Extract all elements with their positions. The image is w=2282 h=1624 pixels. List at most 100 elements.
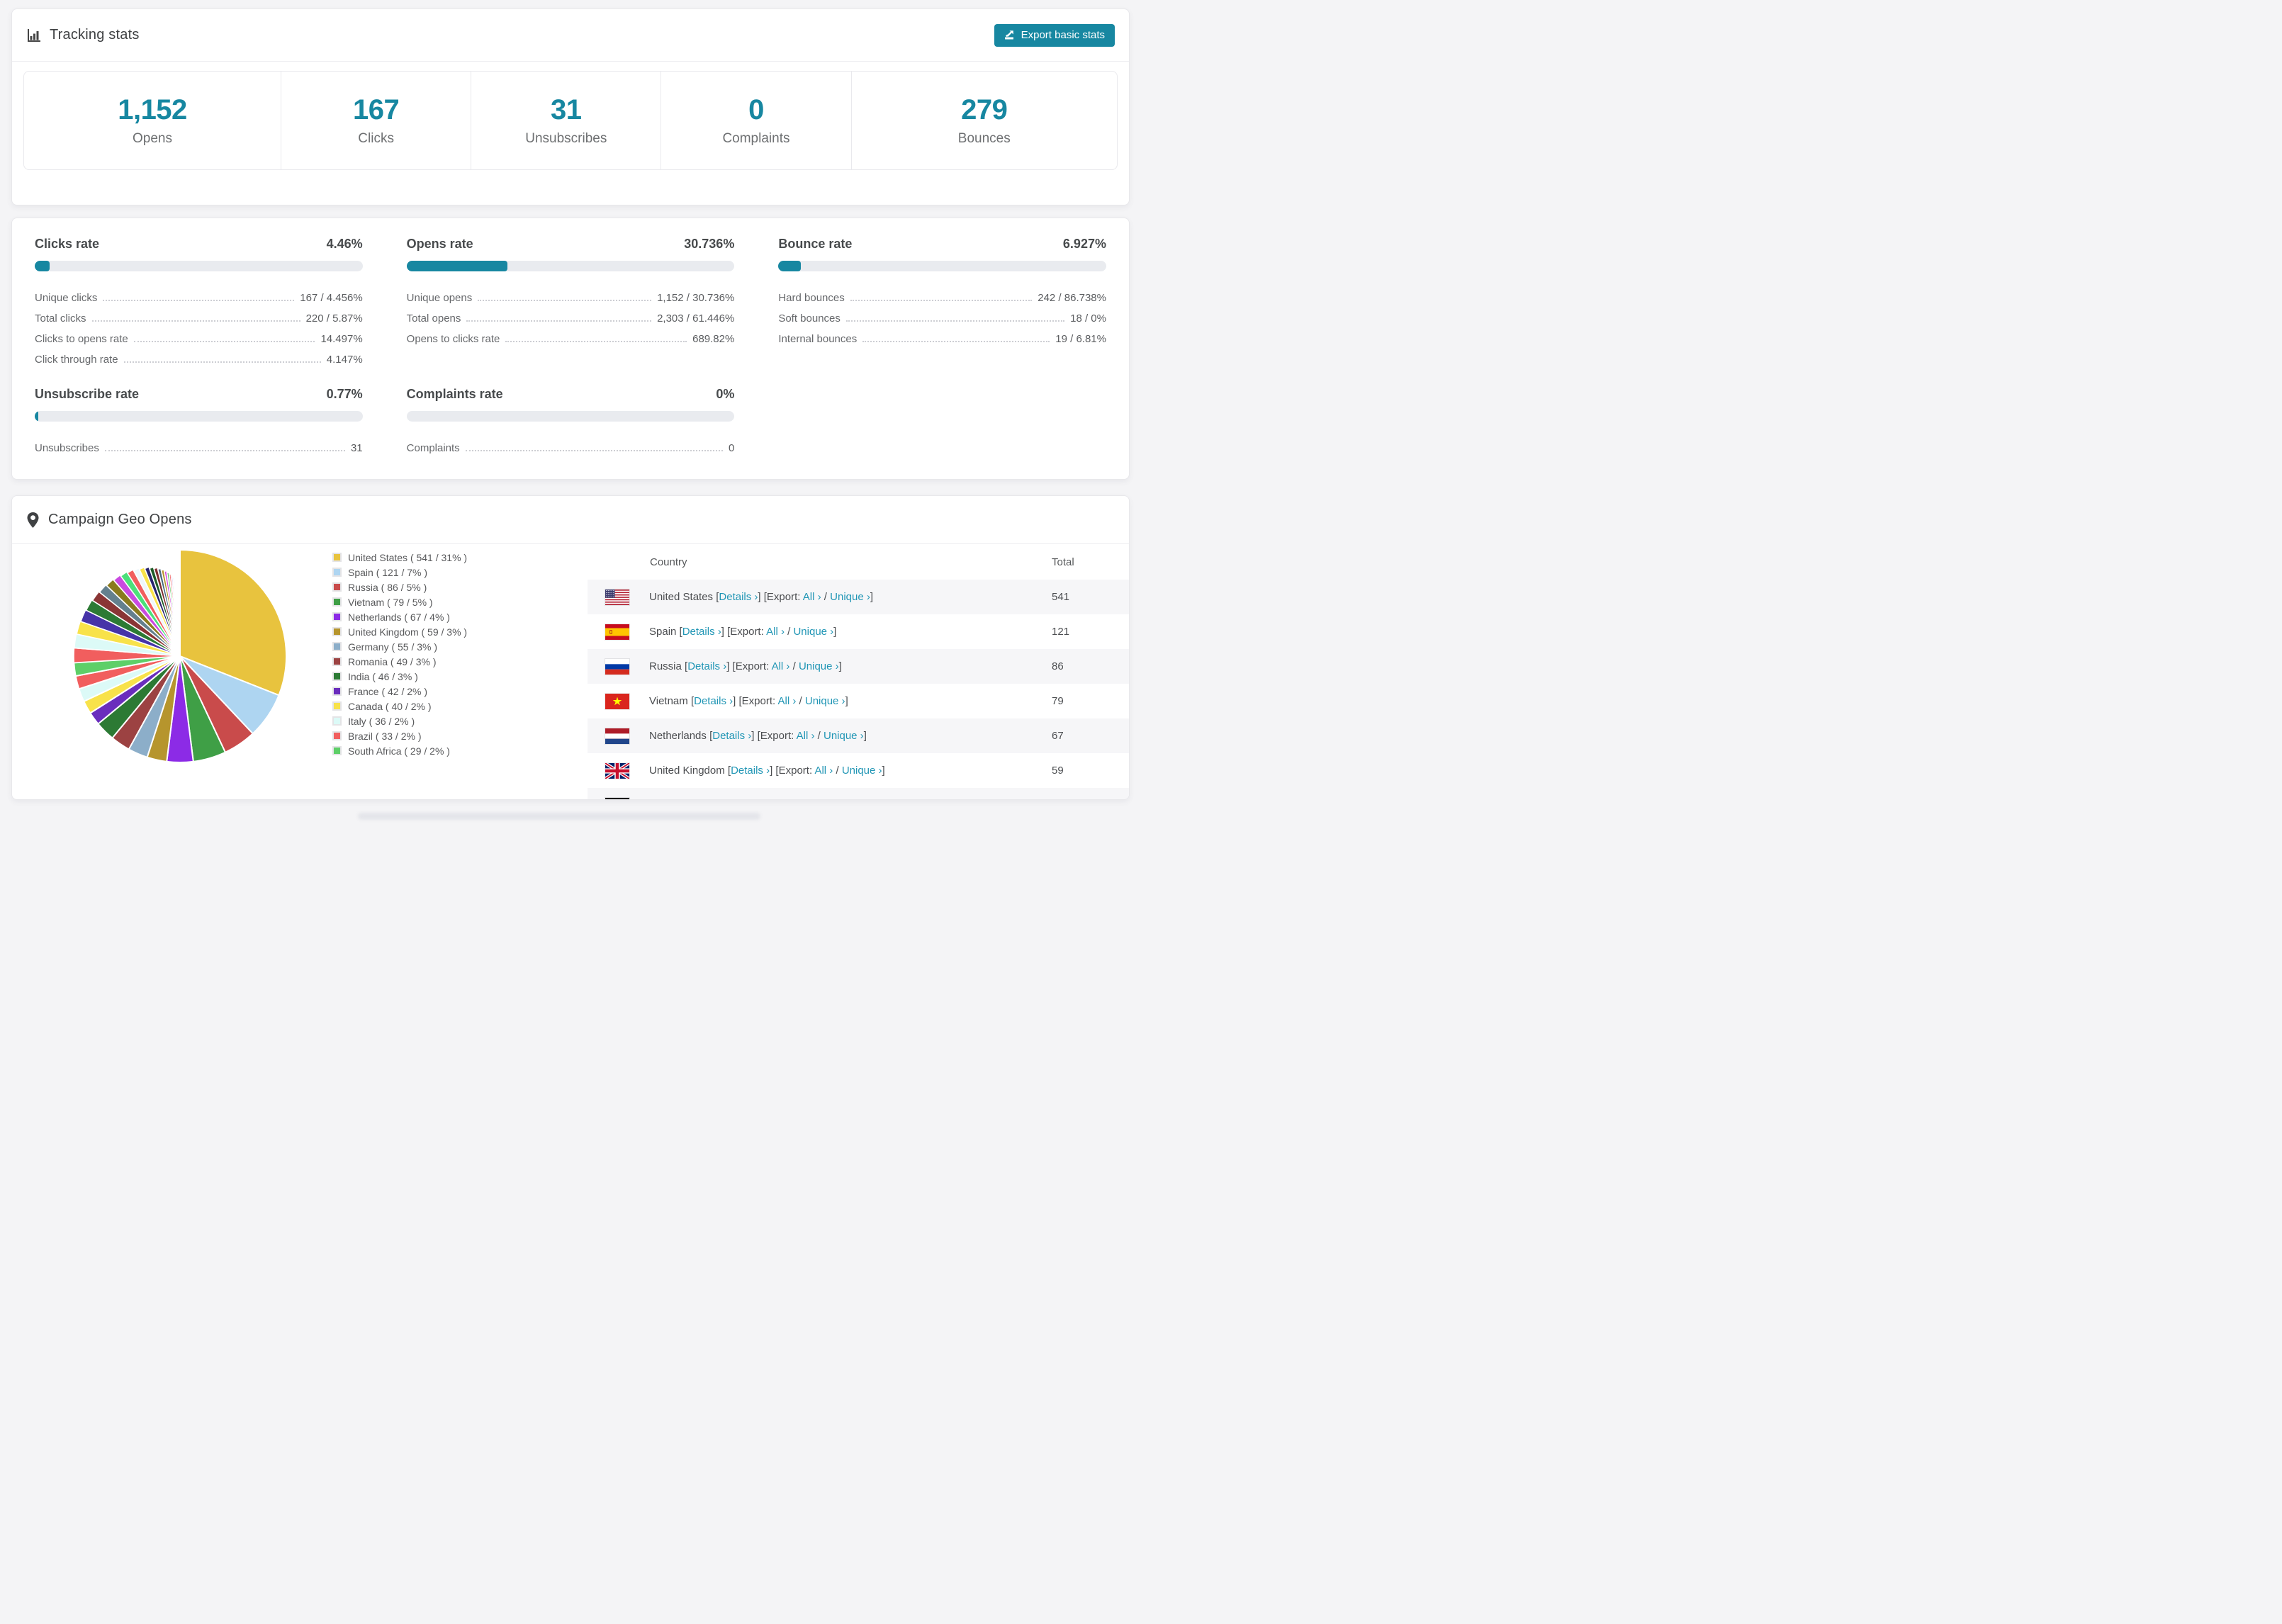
export-unique-link[interactable]: Unique › xyxy=(824,730,864,742)
dotted-leader xyxy=(845,320,1065,322)
rate-block-bounce-rate: Bounce rate 6.927% Hard bounces 242 / 86.73… xyxy=(778,237,1106,366)
details-link[interactable]: Details › xyxy=(682,626,721,638)
export-all-link[interactable]: All › xyxy=(772,660,790,672)
rate-value: 0% xyxy=(716,387,735,401)
rate-stat-row: Click through rate 4.147% xyxy=(35,345,363,366)
table-row: United Kingdom [Details ›] [Export: All … xyxy=(588,753,1129,788)
rate-stat-value: 0 xyxy=(728,442,735,454)
legend-label: Vietnam ( 79 / 5% ) xyxy=(348,596,433,608)
legend-item: Netherlands ( 67 / 4% ) xyxy=(332,609,467,624)
rate-stat-label: Unique clicks xyxy=(35,292,98,304)
stat-box-opens: 1,152 Opens xyxy=(24,72,281,169)
geo-table: Country Total United States [Details ›] … xyxy=(588,544,1129,799)
bracket: ] [ xyxy=(726,660,736,672)
progress-bar-track xyxy=(35,261,363,271)
campaign-geo-opens-card: Campaign Geo Opens United States ( 541 /… xyxy=(11,495,1130,800)
export-unique-link[interactable]: Unique › xyxy=(830,591,870,603)
rate-stat-value: 689.82% xyxy=(692,333,735,345)
legend-label: Canada ( 40 / 2% ) xyxy=(348,700,432,712)
flag-icon-es xyxy=(605,623,630,641)
export-all-link[interactable]: All › xyxy=(814,765,833,777)
rate-stat-row: Clicks to opens rate 14.497% xyxy=(35,325,363,345)
dotted-leader xyxy=(466,320,652,322)
legend-swatch xyxy=(332,568,342,577)
export-unique-link[interactable]: Unique › xyxy=(793,626,833,638)
stat-box-unsubscribes: 31 Unsubscribes xyxy=(471,72,661,169)
table-row: Netherlands [Details ›] [Export: All › /… xyxy=(588,718,1129,753)
horizontal-scrollbar[interactable] xyxy=(358,813,760,820)
stat-value: 167 xyxy=(352,94,400,125)
bracket: ] xyxy=(845,695,848,707)
legend-swatch xyxy=(332,687,342,696)
rate-block-clicks-rate: Clicks rate 4.46% Unique clicks 167 / 4.456… xyxy=(35,237,363,366)
export-unique-link[interactable]: Unique › xyxy=(799,660,839,672)
rate-value: 0.77% xyxy=(326,387,363,401)
legend-swatch xyxy=(332,672,342,681)
tracking-stats-card: Tracking stats Export basic stats 1,152 O… xyxy=(11,9,1130,205)
progress-bar-track xyxy=(778,261,1106,271)
legend-label: United States ( 541 / 31% ) xyxy=(348,551,468,563)
legend-swatch xyxy=(332,716,342,726)
total-column-header: Total xyxy=(1052,556,1074,568)
progress-bar-track xyxy=(406,261,735,271)
export-all-link[interactable]: All › xyxy=(766,626,785,638)
rate-stat-label: Click through rate xyxy=(35,354,118,366)
progress-bar-fill xyxy=(406,261,507,271)
export-basic-stats-button[interactable]: Export basic stats xyxy=(994,23,1115,47)
rate-stat-row: Total opens 2,303 / 61.446% xyxy=(407,304,735,325)
stat-label: Clicks xyxy=(358,131,394,146)
rate-block-opens-rate: Opens rate 30.736% Unique opens 1,152 / 30.… xyxy=(406,237,735,366)
export-label: Export: xyxy=(735,660,772,672)
export-all-link[interactable]: All › xyxy=(803,591,821,603)
details-link[interactable]: Details › xyxy=(687,660,726,672)
details-link[interactable]: Details › xyxy=(694,695,733,707)
legend-swatch xyxy=(332,553,342,562)
dotted-leader xyxy=(465,450,723,451)
flag-icon-gb xyxy=(605,762,630,779)
total-cell: 86 xyxy=(1052,660,1064,672)
rate-title: Opens rate xyxy=(406,237,473,251)
country-cell: Netherlands [Details ›] [Export: All › /… xyxy=(630,730,1052,742)
rate-stat-label: Complaints xyxy=(406,442,460,454)
country-cell: Vietnam [Details ›] [Export: All › / Uni… xyxy=(630,695,1052,707)
export-all-link[interactable]: All › xyxy=(797,730,815,742)
legend-item: Romania ( 49 / 3% ) xyxy=(332,654,467,669)
geo-table-header: Country Total xyxy=(588,544,1129,580)
export-unique-link[interactable]: Unique › xyxy=(842,765,882,777)
rate-block-complaints-rate: Complaints rate 0% Complaints 0 xyxy=(406,387,735,454)
total-cell: 67 xyxy=(1052,730,1064,742)
rate-stat-value: 2,303 / 61.446% xyxy=(657,312,735,325)
export-unique-link[interactable]: Unique › xyxy=(805,695,845,707)
export-all-link[interactable]: All › xyxy=(778,695,797,707)
details-link[interactable]: Details › xyxy=(731,765,770,777)
rate-stat-label: Hard bounces xyxy=(778,292,845,304)
stat-box-complaints: 0 Complaints xyxy=(661,72,850,169)
legend-label: France ( 42 / 2% ) xyxy=(348,685,428,697)
details-link[interactable]: Details › xyxy=(712,730,751,742)
progress-bar-track xyxy=(35,411,363,422)
legend-label: South Africa ( 29 / 2% ) xyxy=(348,745,450,757)
map-marker-icon xyxy=(26,512,40,529)
pie-legend: United States ( 541 / 31% ) Spain ( 121 /… xyxy=(332,550,467,758)
details-link[interactable]: Details › xyxy=(719,591,758,603)
legend-item: United States ( 541 / 31% ) xyxy=(332,550,467,565)
dotted-leader xyxy=(862,341,1050,342)
legend-label: United Kingdom ( 59 / 3% ) xyxy=(348,626,468,638)
rate-value: 30.736% xyxy=(684,237,735,251)
country-name: United Kingdom xyxy=(649,765,728,777)
dotted-leader xyxy=(850,300,1033,301)
page-title: Tracking stats xyxy=(50,27,140,43)
dotted-leader xyxy=(103,300,295,301)
country-cell: United States [Details ›] [Export: All ›… xyxy=(630,591,1052,603)
dotted-leader xyxy=(91,320,300,322)
legend-item: Spain ( 121 / 7% ) xyxy=(332,565,467,580)
legend-swatch xyxy=(332,612,342,621)
legend-label: Romania ( 49 / 3% ) xyxy=(348,655,437,667)
flag-icon-de xyxy=(605,796,630,799)
separator: / xyxy=(821,591,831,603)
country-name: Russia xyxy=(649,660,685,672)
rate-stat-row: Hard bounces 242 / 86.738% xyxy=(778,283,1106,304)
stat-value: 31 xyxy=(551,94,582,125)
dotted-leader xyxy=(133,341,315,342)
rate-stat-row: Unique clicks 167 / 4.456% xyxy=(35,283,363,304)
